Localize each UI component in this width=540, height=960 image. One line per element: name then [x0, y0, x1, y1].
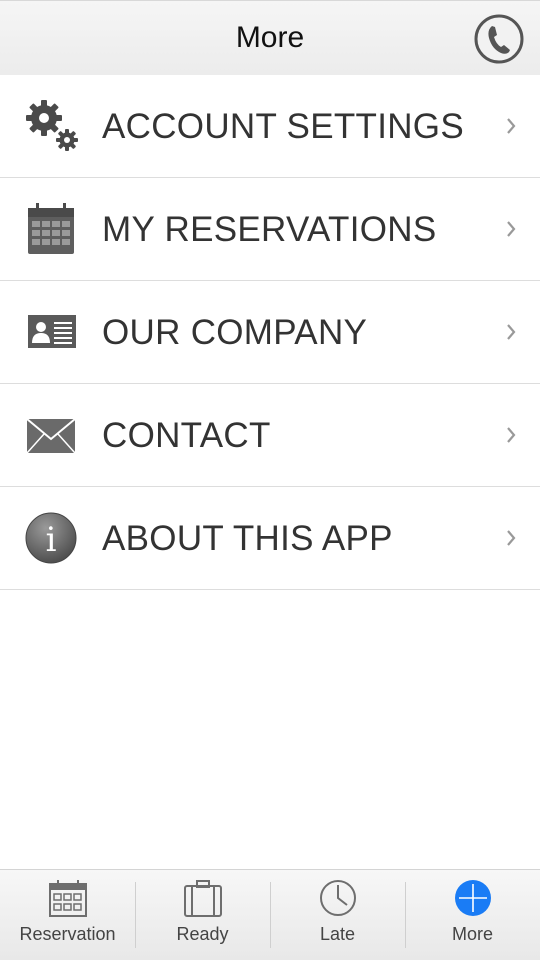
menu-item-label: MY RESERVATIONS	[102, 210, 437, 249]
chevron-right-icon	[507, 324, 516, 340]
suitcase-icon	[183, 878, 223, 918]
menu-item-about-this-app[interactable]: i ABOUT THIS APP	[0, 487, 540, 590]
calendar-icon	[22, 200, 80, 258]
svg-text:i: i	[46, 520, 57, 560]
tab-reservation[interactable]: Reservation	[0, 870, 135, 960]
menu-item-contact[interactable]: CONTACT	[0, 384, 540, 487]
tab-late[interactable]: Late	[270, 870, 405, 960]
navigation-bar: More	[0, 0, 540, 75]
menu-item-label: OUR COMPANY	[102, 313, 368, 352]
menu-item-label: ACCOUNT SETTINGS	[102, 107, 464, 146]
chevron-right-icon	[507, 530, 516, 546]
call-button[interactable]	[473, 13, 525, 65]
phone-icon	[474, 14, 524, 64]
chevron-right-icon	[507, 118, 516, 134]
info-icon: i	[22, 509, 80, 567]
tab-label: More	[451, 924, 493, 944]
tab-label: Reservation	[19, 924, 116, 944]
envelope-icon	[22, 406, 80, 464]
menu-item-my-reservations[interactable]: MY RESERVATIONS	[0, 178, 540, 281]
menu-item-account-settings[interactable]: ACCOUNT SETTINGS	[0, 75, 540, 178]
more-menu-list: ACCOUNT SETTINGS MY RESERVATIONS OUR COM…	[0, 75, 540, 590]
tab-bar: Reservation Ready Late More	[0, 869, 540, 960]
tab-label: Ready	[176, 924, 229, 944]
menu-item-our-company[interactable]: OUR COMPANY	[0, 281, 540, 384]
tab-ready[interactable]: Ready	[135, 870, 270, 960]
menu-item-label: ABOUT THIS APP	[102, 519, 393, 558]
calendar-icon	[48, 878, 88, 918]
gears-icon	[22, 97, 80, 155]
id-card-icon	[22, 303, 80, 361]
chevron-right-icon	[507, 427, 516, 443]
tab-label: Late	[319, 924, 356, 944]
menu-item-label: CONTACT	[102, 416, 271, 455]
chevron-right-icon	[507, 221, 516, 237]
page-title: More	[235, 21, 305, 54]
plus-circle-icon	[453, 878, 493, 918]
tab-more[interactable]: More	[405, 870, 540, 960]
clock-icon	[318, 878, 358, 918]
